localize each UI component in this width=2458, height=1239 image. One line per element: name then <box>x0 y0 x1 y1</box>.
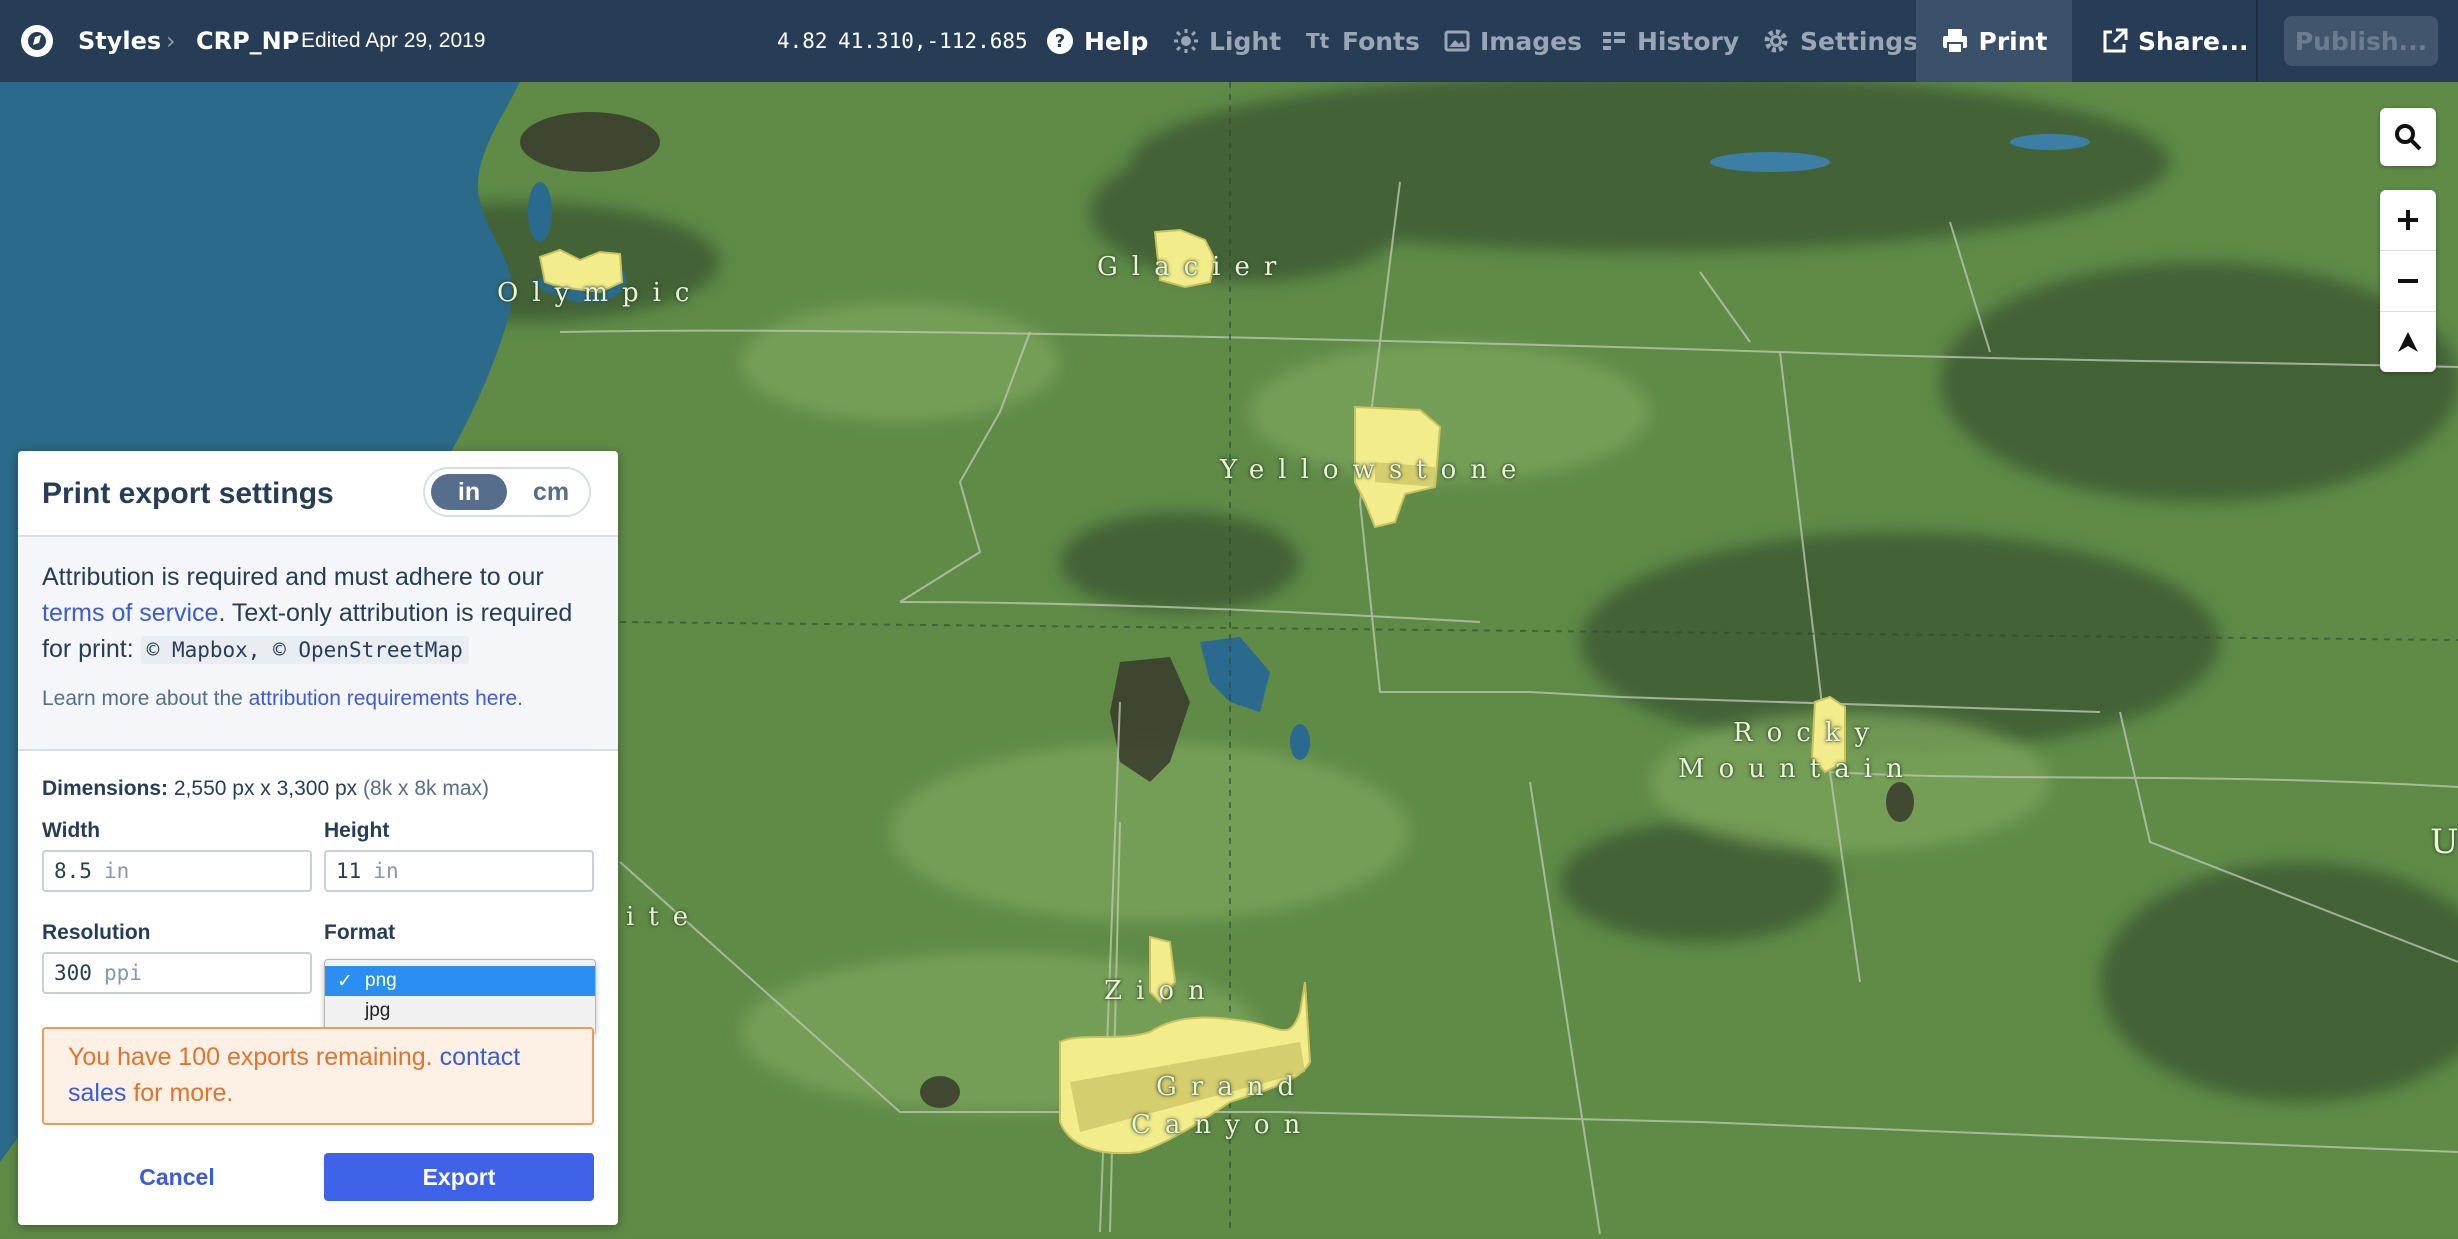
label-yellowstone: Yellowstone <box>1220 455 1531 485</box>
help-button[interactable]: ? Help <box>1046 0 1148 82</box>
share-button[interactable]: Share... <box>2102 0 2248 82</box>
gear-icon <box>1764 29 1788 53</box>
mapbox-logo-icon[interactable] <box>18 22 56 60</box>
check-icon: ✓ <box>337 970 353 992</box>
height-label: Height <box>324 819 390 842</box>
map-search-control <box>2380 108 2436 166</box>
attribution-requirements-link[interactable]: attribution requirements here <box>249 687 517 710</box>
print-export-dialog: Print export settings in cm Attribution … <box>18 451 618 1225</box>
minus-icon <box>2398 279 2418 283</box>
zoom-in-button[interactable] <box>2380 190 2436 251</box>
map-nav-control <box>2380 190 2436 372</box>
share-icon <box>2103 28 2128 53</box>
printer-icon <box>1942 29 1967 54</box>
attribution-code: © Mapbox, © OpenStreetMap <box>140 636 469 664</box>
fonts-label: Fonts <box>1342 26 1420 56</box>
dialog-header: Print export settings in cm <box>18 451 618 537</box>
format-option-png[interactable]: ✓ png <box>325 966 595 996</box>
unit-in-button[interactable]: in <box>431 474 507 510</box>
breadcrumb-styles[interactable]: Styles <box>78 0 161 82</box>
height-unit: in <box>373 859 399 883</box>
publish-button[interactable]: Publish... <box>2284 16 2438 66</box>
unit-cm-button[interactable]: cm <box>519 474 583 510</box>
light-label: Light <box>1209 26 1282 56</box>
label-mountain: Mountain <box>1678 754 1917 784</box>
width-unit: in <box>103 859 130 883</box>
notice-suffix: for more. <box>133 1079 234 1107</box>
label-zion: Zion <box>1104 976 1219 1006</box>
notice-text: You have 100 exports remaining. <box>68 1043 433 1071</box>
image-icon <box>1444 30 1470 52</box>
label-glacier: Glacier <box>1097 252 1291 282</box>
resolution-value: 300 <box>54 961 92 985</box>
font-icon: Tt <box>1306 29 1330 53</box>
height-input[interactable]: 11 in <box>324 850 594 892</box>
search-button[interactable] <box>2380 108 2436 166</box>
format-dropdown[interactable]: ✓ png jpg <box>324 959 596 1035</box>
help-label: Help <box>1084 26 1149 56</box>
help-icon: ? <box>1047 28 1073 54</box>
label-partial-left: ite <box>626 902 703 932</box>
format-option-png-label: png <box>365 970 397 991</box>
format-option-jpg[interactable]: jpg <box>325 996 595 1026</box>
zoom-out-button[interactable] <box>2380 251 2436 312</box>
label-grand: Grand <box>1156 1072 1309 1102</box>
learn-more-prefix: Learn more about the <box>42 687 243 710</box>
resolution-unit: ppi <box>103 961 142 985</box>
plus-icon <box>2398 210 2418 230</box>
attribution-text: Attribution is required and must adhere … <box>42 559 602 668</box>
chevron-right-icon: › <box>166 27 176 55</box>
dimensions-label: Dimensions: <box>42 777 169 800</box>
format-label: Format <box>324 921 396 944</box>
height-value: 11 <box>336 859 362 883</box>
label-olympic: Olympic <box>497 278 704 308</box>
label-canyon: Canyon <box>1131 1110 1315 1140</box>
fonts-button[interactable]: Tt Fonts <box>1306 0 1420 82</box>
share-label: Share... <box>2138 26 2249 56</box>
search-icon <box>2395 124 2422 151</box>
svg-text:Tt: Tt <box>1306 29 1330 53</box>
label-rocky: Rocky <box>1733 718 1884 748</box>
history-button[interactable]: History <box>1601 0 1739 82</box>
top-bar: Styles › CRP_NP Edited Apr 29, 2019 4.82… <box>0 0 2458 82</box>
attribution-notice: Attribution is required and must adhere … <box>18 537 618 751</box>
width-value: 8.5 <box>54 859 92 883</box>
learn-more-suffix: . <box>517 687 523 710</box>
print-label: Print <box>1978 26 2048 56</box>
dimensions-readout: Dimensions: 2,550 px x 3,300 px (8k x 8k… <box>42 777 489 801</box>
history-icon <box>1603 32 1625 50</box>
export-button[interactable]: Export <box>324 1153 594 1201</box>
cancel-button[interactable]: Cancel <box>42 1153 312 1201</box>
images-button[interactable]: Images <box>1444 0 1582 82</box>
compass-icon <box>2398 332 2418 352</box>
resolution-label: Resolution <box>42 921 151 944</box>
settings-label: Settings <box>1800 26 1919 56</box>
edited-date: Edited Apr 29, 2019 <box>301 29 486 52</box>
compass-button[interactable] <box>2380 312 2436 372</box>
attribution-text-1: Attribution is required and must adhere … <box>42 563 544 591</box>
label-partial-right: U <box>2430 822 2458 862</box>
unit-toggle: in cm <box>423 467 591 517</box>
width-label: Width <box>42 819 101 842</box>
dimensions-max: (8k x 8k max) <box>363 777 490 800</box>
resolution-input[interactable]: 300 ppi <box>42 952 312 994</box>
width-input[interactable]: 8.5 in <box>42 850 312 892</box>
light-button[interactable]: Light <box>1173 0 1281 82</box>
divider <box>2256 0 2258 82</box>
exports-remaining-notice: You have 100 exports remaining. contact … <box>42 1027 594 1125</box>
map-coordinates: 41.310,-112.685 <box>838 29 1028 53</box>
settings-button[interactable]: Settings <box>1762 0 1918 82</box>
attribution-learn-more: Learn more about the attribution require… <box>42 687 523 711</box>
format-option-jpg-label: jpg <box>365 1000 391 1021</box>
dimensions-value: 2,550 px x 3,300 px <box>173 777 358 800</box>
history-label: History <box>1637 26 1740 56</box>
print-button[interactable]: Print <box>1916 0 2072 82</box>
sun-icon <box>1174 29 1198 53</box>
terms-of-service-link[interactable]: terms of service <box>42 599 218 627</box>
dialog-title: Print export settings <box>42 477 334 510</box>
style-name[interactable]: CRP_NP <box>196 0 299 82</box>
zoom-level: 4.82 <box>777 29 828 53</box>
images-label: Images <box>1480 26 1582 56</box>
svg-text:?: ? <box>1055 31 1065 52</box>
